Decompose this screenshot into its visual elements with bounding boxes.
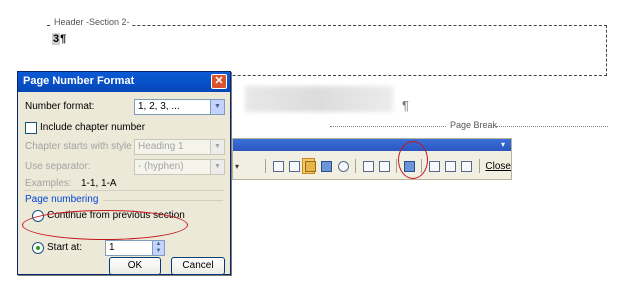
chapter-style-label: Chapter starts with style [25,141,132,152]
show-next-icon[interactable] [458,158,473,174]
page-break-label: Page Break [448,120,500,130]
page-number-format-dialog: Page Number Format ✕ Number format: 1, 2… [17,71,231,275]
chapter-style-select[interactable]: Heading 1 ▼ [134,139,225,155]
close-icon[interactable]: ✕ [211,74,227,89]
chevron-down-icon[interactable]: ▼ [210,140,224,154]
toolbar-titlebar[interactable]: ▾ [233,139,511,151]
toolbar-buttons: ▾ Close [233,156,511,176]
include-chapter-label: Include chapter number [40,122,146,133]
pilcrow-mark: ¶ [402,98,409,113]
annotation-ellipse-start-at [22,210,188,240]
page-break-line [496,126,608,127]
header-area[interactable] [47,25,607,76]
insert-number-of-pages-icon[interactable] [286,158,301,174]
dialog-title: Page Number Format [23,75,135,87]
toolbar-separator [265,159,266,173]
toolbar-dropdown-arrow[interactable]: ▾ [235,162,239,171]
number-format-select[interactable]: 1, 2, 3, ... ▼ [134,99,225,115]
toolbar-separator [478,159,480,173]
chevron-down-icon[interactable]: ▼ [210,160,224,174]
insert-time-icon[interactable] [335,158,349,174]
page-number-field[interactable]: 3¶ [52,33,66,45]
page-setup-icon[interactable] [360,158,374,174]
format-page-number-icon[interactable] [302,158,317,174]
start-at-radio[interactable] [32,242,44,254]
insert-page-number-icon[interactable] [270,158,284,174]
insert-date-icon[interactable] [318,158,333,174]
examples-label: Examples: [25,178,72,189]
header-section-tag: Header -Section 2- [52,17,132,27]
examples-value: 1-1, 1-A [81,178,117,189]
divider [103,200,223,201]
close-toolbar-button[interactable]: Close [485,161,511,172]
divider [24,190,224,191]
start-at-stepper[interactable]: 1 ▲ ▼ [105,240,165,256]
page-break: Page Break [330,120,608,132]
dialog-body: Number format: 1, 2, 3, ... ▼ Include ch… [18,92,230,276]
start-at-value: 1 [109,242,115,253]
show-hide-document-text-icon[interactable] [376,158,390,174]
pilcrow-mark: ¶ [60,33,67,45]
separator-value: - (hyphen) [138,161,184,172]
toolbar-separator [354,159,356,173]
include-chapter-checkbox[interactable] [25,122,37,134]
chevron-down-icon[interactable]: ▼ [210,100,224,114]
number-format-value: 1, 2, 3, ... [138,101,180,112]
page-number-field-value: 3 [52,33,61,45]
separator-label: Use separator: [25,161,91,172]
dialog-titlebar[interactable]: Page Number Format ✕ [18,72,230,92]
toolbar-separator [396,159,397,173]
ok-button[interactable]: OK [109,257,161,275]
toolbar-menu-arrow[interactable]: ▾ [501,140,505,149]
chapter-style-value: Heading 1 [138,141,184,152]
page-numbering-group-title: Page numbering [25,194,99,205]
page-break-line [330,126,446,127]
annotation-circle-link-to-previous [398,141,428,179]
cancel-button[interactable]: Cancel [171,257,225,275]
number-format-label: Number format: [25,101,95,112]
blurred-text [245,86,393,112]
header-footer-toolbar: ▾ ▾ Close [232,138,512,180]
separator-select[interactable]: - (hyphen) ▼ [134,159,225,175]
show-previous-icon[interactable] [442,158,457,174]
spinner-arrows-icon[interactable]: ▲ ▼ [152,241,164,255]
start-at-label: Start at: [47,242,83,253]
